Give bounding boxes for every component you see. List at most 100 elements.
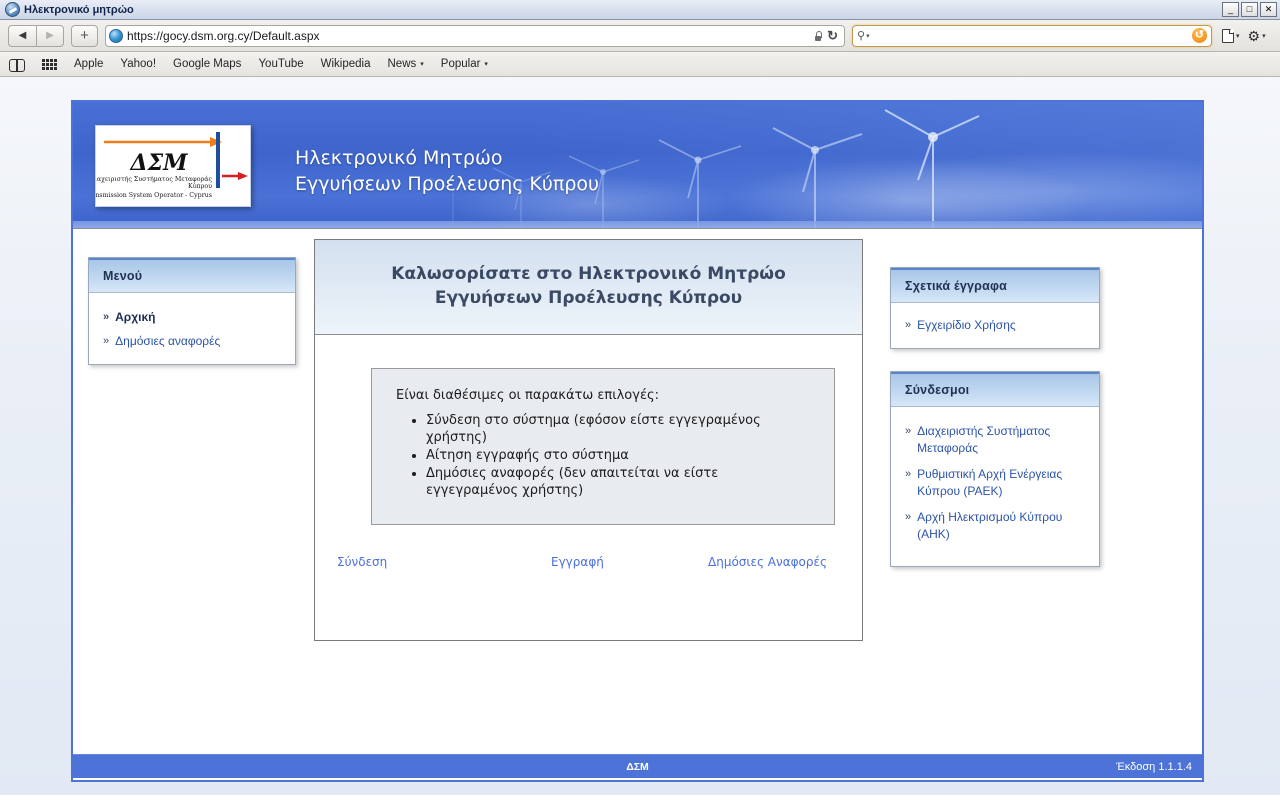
bookmarks-sidebar-icon[interactable]: [9, 58, 25, 72]
links-panel: Σύνδεσμοι » Διαχειριστής Συστήματος Μετα…: [890, 371, 1100, 567]
chevron-down-icon: ▾: [420, 61, 424, 68]
bookmark-label: YouTube: [258, 58, 304, 70]
close-button[interactable]: ✕: [1260, 2, 1277, 17]
footer-version: Έκδοση 1.1.1.4: [1116, 760, 1192, 773]
site-banner: ΔΣΜ Διαχειριστής Συστήματος Μεταφοράς Κύ…: [73, 102, 1202, 228]
chevron-right-icon: »: [905, 511, 912, 523]
links-panel-body: » Διαχειριστής Συστήματος Μεταφοράς » Ρυ…: [891, 407, 1099, 566]
documents-panel: Σχετικά έγγραφα » Εγχειρίδιο Χρήσης: [890, 267, 1100, 349]
svg-text:Transmission System Operator -: Transmission System Operator - Cyprus: [96, 192, 212, 199]
browser-viewport: ΔΣΜ Διαχειριστής Συστήματος Μεταφοράς Κύ…: [0, 77, 1280, 795]
chevron-down-icon: ▾: [484, 61, 488, 68]
menu-panel: Μενού » Αρχική » Δημόσιες αναφορές: [88, 257, 296, 365]
right-sidebar: Σχετικά έγγραφα » Εγχειρίδιο Χρήσης Σύνδ…: [890, 267, 1100, 567]
menu-panel-title: Μενού: [89, 258, 295, 293]
chevron-right-icon: »: [103, 335, 110, 347]
sidebar-item-label: Δημόσιες αναφορές: [115, 334, 221, 348]
navigation-buttons: ◀ ▶: [8, 24, 64, 47]
options-intro-text: Είναι διαθέσιμες οι παρακάτω επιλογές:: [396, 388, 659, 403]
window-title-bar: Ηλεκτρονικό μητρώο _ □ ✕: [0, 0, 1280, 20]
external-link-eac[interactable]: » Αρχή Ηλεκτρισμού Κύπρου (ΑΗΚ): [905, 509, 1087, 543]
bookmark-news[interactable]: News ▾: [388, 58, 424, 70]
documents-panel-title: Σχετικά έγγραφα: [891, 268, 1099, 303]
banner-title-line1: Ηλεκτρονικό Μητρώο: [295, 147, 503, 169]
bookmark-apple[interactable]: Apple: [74, 58, 103, 70]
bookmark-label: Google Maps: [173, 58, 242, 70]
minimize-button[interactable]: _: [1222, 2, 1239, 17]
external-link-tso[interactable]: » Διαχειριστής Συστήματος Μεταφοράς: [905, 423, 1087, 457]
search-bar[interactable]: ⚲ ▾ ↺: [852, 24, 1212, 47]
svg-text:ΔΣΜ: ΔΣΜ: [130, 150, 189, 176]
settings-menu-caret-icon: ▾: [1262, 32, 1266, 40]
reload-icon[interactable]: ↻: [827, 29, 838, 42]
page-title-line1: Καλωσορίσατε στο Ηλεκτρονικό Μητρώο: [391, 264, 786, 284]
svg-text:Κύπρου: Κύπρου: [188, 183, 212, 190]
banner-title: Ηλεκτρονικό Μητρώο Εγγυήσεων Προέλευσης …: [295, 145, 599, 197]
site-favicon-icon: [109, 28, 123, 43]
address-bar[interactable]: https://gocy.dsm.org.cy/Default.aspx ↻: [105, 24, 845, 47]
external-link-cera[interactable]: » Ρυθμιστική Αρχή Ενέργειας Κύπρου (ΡΑΕΚ…: [905, 466, 1087, 500]
maximize-button[interactable]: □: [1241, 2, 1258, 17]
list-item: Σύνδεση στο σύστημα (εφόσον είστε εγγεγρ…: [426, 412, 810, 446]
window-controls: _ □ ✕: [1222, 2, 1277, 17]
footer-brand: ΔΣΜ: [626, 760, 649, 773]
welcome-header: Καλωσορίσατε στο Ηλεκτρονικό Μητρώο Εγγυ…: [315, 240, 862, 335]
window-title: Ηλεκτρονικό μητρώο: [24, 3, 134, 16]
options-list: Σύνδεση στο σύστημα (εφόσον είστε εγγεγρ…: [396, 412, 810, 499]
dsm-logo[interactable]: ΔΣΜ Διαχειριστής Συστήματος Μεταφοράς Κύ…: [95, 125, 251, 207]
forward-button[interactable]: ▶: [36, 24, 64, 47]
bookmark-youtube[interactable]: YouTube: [258, 58, 303, 70]
documents-panel-body: » Εγχειρίδιο Χρήσης: [891, 303, 1099, 348]
bookmark-label: Apple: [74, 58, 104, 70]
top-sites-grid-icon[interactable]: [42, 58, 57, 70]
menu-panel-body: » Αρχική » Δημόσιες αναφορές: [89, 293, 295, 364]
external-link-label: Αρχή Ηλεκτρισμού Κύπρου (ΑΗΚ): [917, 510, 1063, 541]
sidebar-item-home[interactable]: » Αρχική: [103, 309, 283, 326]
bookmark-label: News: [387, 58, 417, 70]
new-tab-button[interactable]: +: [71, 24, 98, 47]
bookmark-label: Popular: [440, 58, 481, 70]
back-button[interactable]: ◀: [8, 24, 36, 47]
page-menu-caret-icon: ▾: [1236, 32, 1240, 40]
login-link[interactable]: Σύνδεση: [337, 555, 387, 569]
register-link[interactable]: Εγγραφή: [551, 555, 604, 569]
chevron-right-icon: »: [103, 311, 110, 323]
page-title-line2: Εγγυήσεων Προέλευσης Κύπρου: [434, 288, 743, 308]
document-link-label: Εγχειρίδιο Χρήσης: [917, 318, 1016, 332]
chevron-right-icon: »: [905, 468, 912, 480]
external-link-label: Ρυθμιστική Αρχή Ενέργειας Κύπρου (ΡΑΕΚ): [917, 467, 1063, 498]
page-menu-button[interactable]: ▾: [1222, 28, 1240, 43]
url-text: https://gocy.dsm.org.cy/Default.aspx: [127, 28, 320, 43]
search-dropdown-caret-icon[interactable]: ▾: [866, 32, 870, 40]
site-page-container: ΔΣΜ Διαχειριστής Συστήματος Μεταφοράς Κύ…: [71, 100, 1204, 782]
bookmark-label: Yahoo!: [120, 58, 157, 70]
page-icon: [1222, 28, 1234, 43]
toolbar-right-icons: ▾ ⚙ ▾: [1222, 28, 1266, 43]
bookmark-label: Wikipedia: [320, 58, 371, 70]
bookmark-popular[interactable]: Popular ▾: [441, 58, 488, 70]
document-link-user-manual[interactable]: » Εγχειρίδιο Χρήσης: [905, 317, 1087, 334]
address-bar-actions: ↻: [814, 29, 841, 42]
bookmark-google-maps[interactable]: Google Maps: [173, 58, 241, 70]
stop-reload-icon[interactable]: ↺: [1192, 28, 1207, 43]
compass-icon: [5, 2, 20, 17]
chevron-right-icon: »: [905, 319, 912, 331]
main-content-panel: Καλωσορίσατε στο Ηλεκτρονικό Μητρώο Εγγυ…: [314, 239, 863, 641]
page-content: Μενού » Αρχική » Δημόσιες αναφορές Καλωσ…: [73, 228, 1202, 778]
options-info-box: Είναι διαθέσιμες οι παρακάτω επιλογές: Σ…: [371, 368, 835, 525]
settings-menu-button[interactable]: ⚙ ▾: [1248, 29, 1266, 43]
bookmarks-bar: Apple Yahoo! Google Maps YouTube Wikiped…: [0, 52, 1280, 77]
bookmark-yahoo[interactable]: Yahoo!: [120, 58, 156, 70]
bookmark-wikipedia[interactable]: Wikipedia: [321, 58, 371, 70]
sidebar-item-public-reports[interactable]: » Δημόσιες αναφορές: [103, 333, 283, 350]
links-panel-title: Σύνδεσμοι: [891, 372, 1099, 407]
lock-icon: [814, 30, 823, 41]
public-reports-link[interactable]: Δημόσιες Αναφορές: [708, 555, 827, 569]
sidebar-item-label: Αρχική: [115, 310, 156, 324]
browser-toolbar: ◀ ▶ + https://gocy.dsm.org.cy/Default.as…: [0, 20, 1280, 52]
search-icon: ⚲: [857, 30, 866, 42]
banner-bottom-strip: [73, 221, 1202, 228]
svg-text:Διαχειριστής Συστήματος Μεταφο: Διαχειριστής Συστήματος Μεταφοράς: [96, 176, 212, 183]
chevron-right-icon: »: [905, 425, 912, 437]
external-link-label: Διαχειριστής Συστήματος Μεταφοράς: [917, 424, 1051, 455]
